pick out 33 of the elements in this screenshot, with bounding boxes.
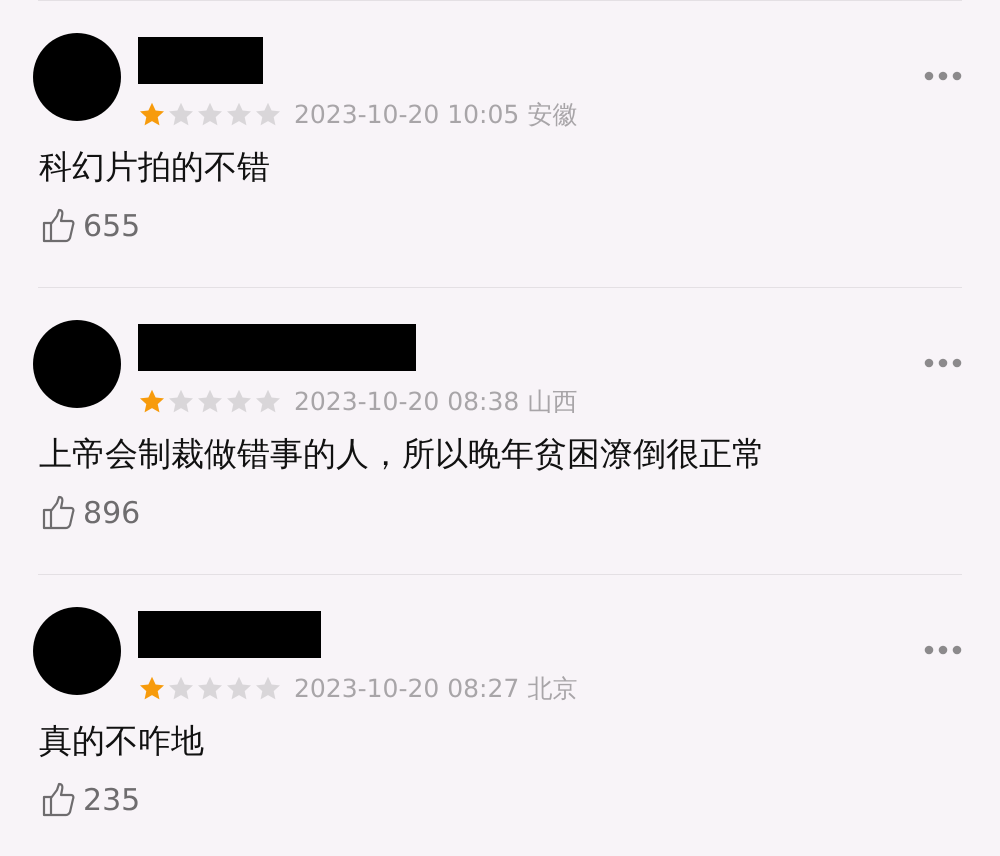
review-comment: 科幻片拍的不错: [39, 146, 271, 188]
review-region: 北京: [527, 673, 578, 705]
thumbs-up-icon[interactable]: [41, 782, 77, 818]
star-icon: [225, 388, 253, 416]
star-icon: [138, 388, 166, 416]
star-icon: [138, 100, 166, 128]
review-comment: 真的不咋地: [39, 720, 205, 762]
star-icon: [167, 100, 195, 128]
star-icon: [225, 674, 253, 702]
more-icon[interactable]: [924, 358, 962, 368]
thumbs-up-icon[interactable]: [41, 495, 77, 531]
like-count: 896: [83, 496, 140, 530]
like-count: 655: [83, 208, 140, 244]
review-comment: 上帝会制裁做错事的人，所以晚年贫困潦倒很正常: [39, 433, 766, 475]
review-time: 2023-10-20 10:05: [294, 100, 520, 129]
review-time: 2023-10-20 08:38: [294, 387, 520, 416]
star-icon: [196, 100, 224, 128]
star-icon: [196, 388, 224, 416]
like-count: 235: [83, 782, 140, 818]
star-icon: [254, 100, 282, 128]
star-icon: [225, 100, 253, 128]
star-icon: [254, 674, 282, 702]
star-icon: [196, 674, 224, 702]
star-icon: [138, 674, 166, 702]
review-region: 山西: [527, 386, 578, 418]
star-icon: [254, 388, 282, 416]
more-icon[interactable]: [924, 645, 962, 655]
more-icon[interactable]: [924, 71, 962, 81]
review-region: 安徽: [527, 99, 578, 131]
review-time: 2023-10-20 08:27: [294, 674, 520, 703]
star-icon: [167, 388, 195, 416]
star-icon: [167, 674, 195, 702]
thumbs-up-icon[interactable]: [41, 208, 77, 244]
